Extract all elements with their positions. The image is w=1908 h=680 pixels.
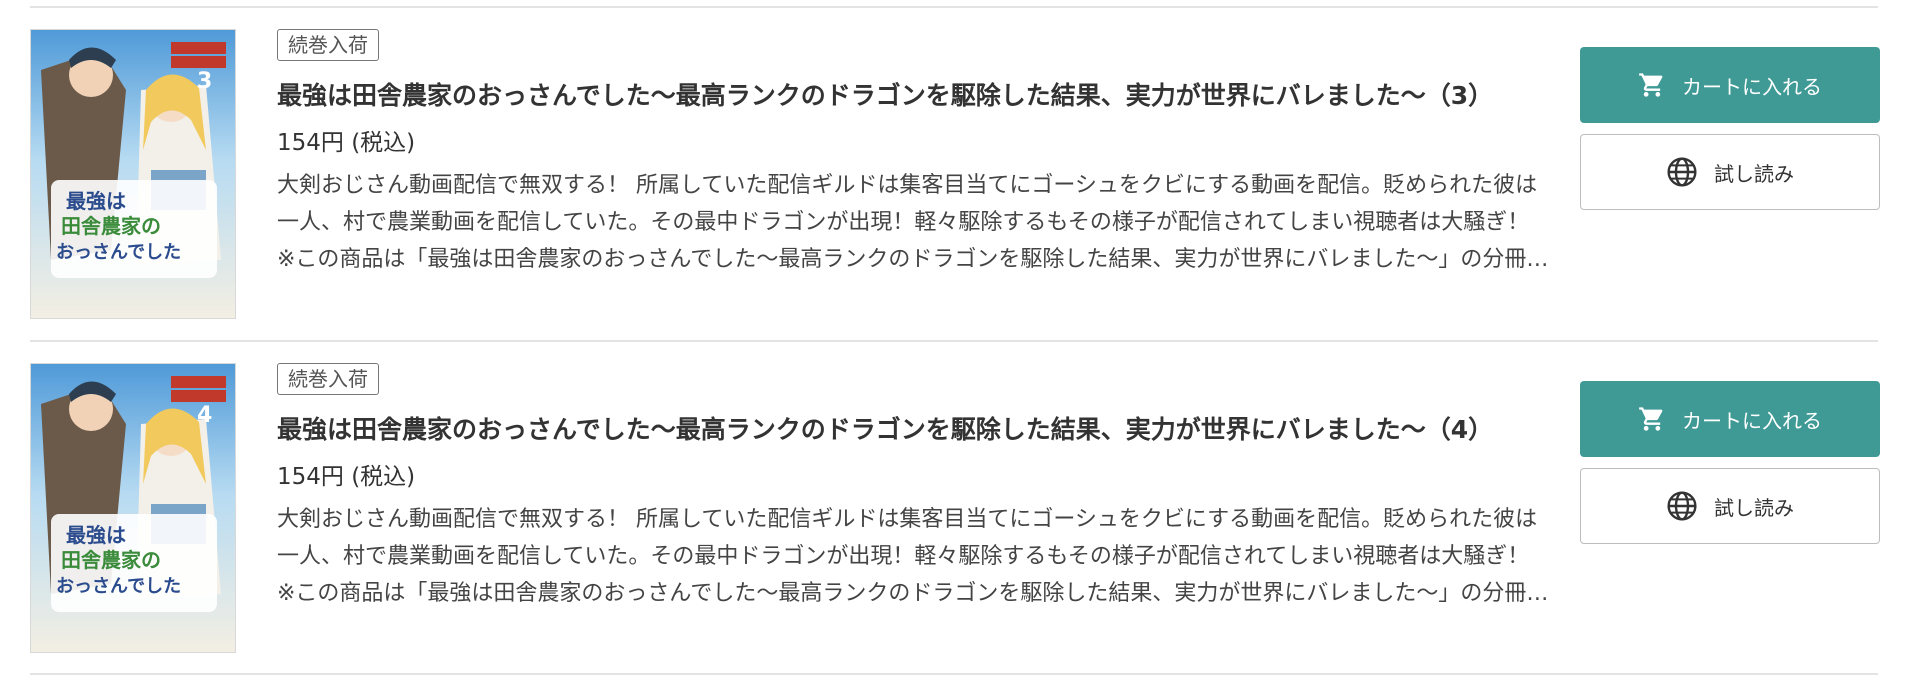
book-cover-image[interactable]: 最強は 田舎農家の おっさんでした 3 [30, 29, 236, 319]
trial-read-label: 試し読み [1714, 495, 1794, 520]
book-cover-image[interactable]: 最強は 田舎農家の おっさんでした 4 [30, 363, 236, 653]
svg-text:おっさんでした: おっさんでした [56, 576, 181, 597]
trial-read-button[interactable]: 試し読み [1580, 468, 1880, 544]
item-price: 154円 (税込) [277, 464, 416, 490]
svg-text:田舎農家の: 田舎農家の [61, 548, 161, 572]
item-description: 大剣おじさん動画配信で無双する！ 所属していた配信ギルドは集客目当てにゴーシュを… [277, 173, 1549, 272]
add-to-cart-button[interactable]: カートに入れる [1580, 381, 1880, 457]
trial-read-label: 試し読み [1714, 161, 1794, 186]
trial-read-button[interactable]: 試し読み [1580, 134, 1880, 210]
globe-icon [1666, 156, 1698, 188]
list-item: 最強は 田舎農家の おっさんでした 4 続巻入荷 最強は田舎農家のおっさんでした… [30, 363, 1880, 653]
list-item: 最強は 田舎農家の おっさんでした 3 続巻入荷 最強は田舎農家のおっさんでした… [30, 29, 1880, 319]
status-badge: 続巻入荷 [277, 29, 379, 61]
list-divider [30, 340, 1878, 342]
svg-text:3: 3 [197, 69, 212, 94]
add-to-cart-button[interactable]: カートに入れる [1580, 47, 1880, 123]
item-title-link[interactable]: 最強は田舎農家のおっさんでした〜最高ランクのドラゴンを駆除した結果、実力が世界に… [277, 413, 1552, 447]
svg-text:最強は: 最強は [66, 523, 126, 547]
add-to-cart-label: カートに入れる [1682, 408, 1822, 433]
status-badge: 続巻入荷 [277, 363, 379, 395]
svg-text:4: 4 [197, 403, 212, 428]
item-info: 続巻入荷 最強は田舎農家のおっさんでした〜最高ランクのドラゴンを駆除した結果、実… [277, 29, 1552, 278]
cart-icon [1638, 405, 1666, 433]
svg-text:田舎農家の: 田舎農家の [61, 214, 161, 238]
item-description: 大剣おじさん動画配信で無双する！ 所属していた配信ギルドは集客目当てにゴーシュを… [277, 507, 1549, 606]
cart-icon [1638, 71, 1666, 99]
item-price: 154円 (税込) [277, 130, 416, 156]
globe-icon [1666, 490, 1698, 522]
item-title-link[interactable]: 最強は田舎農家のおっさんでした〜最高ランクのドラゴンを駆除した結果、実力が世界に… [277, 79, 1552, 113]
item-info: 続巻入荷 最強は田舎農家のおっさんでした〜最高ランクのドラゴンを駆除した結果、実… [277, 363, 1552, 612]
list-divider-top [30, 6, 1878, 8]
svg-text:最強は: 最強は [66, 189, 126, 213]
list-divider-bottom [30, 673, 1878, 675]
svg-text:おっさんでした: おっさんでした [56, 242, 181, 263]
add-to-cart-label: カートに入れる [1682, 74, 1822, 99]
